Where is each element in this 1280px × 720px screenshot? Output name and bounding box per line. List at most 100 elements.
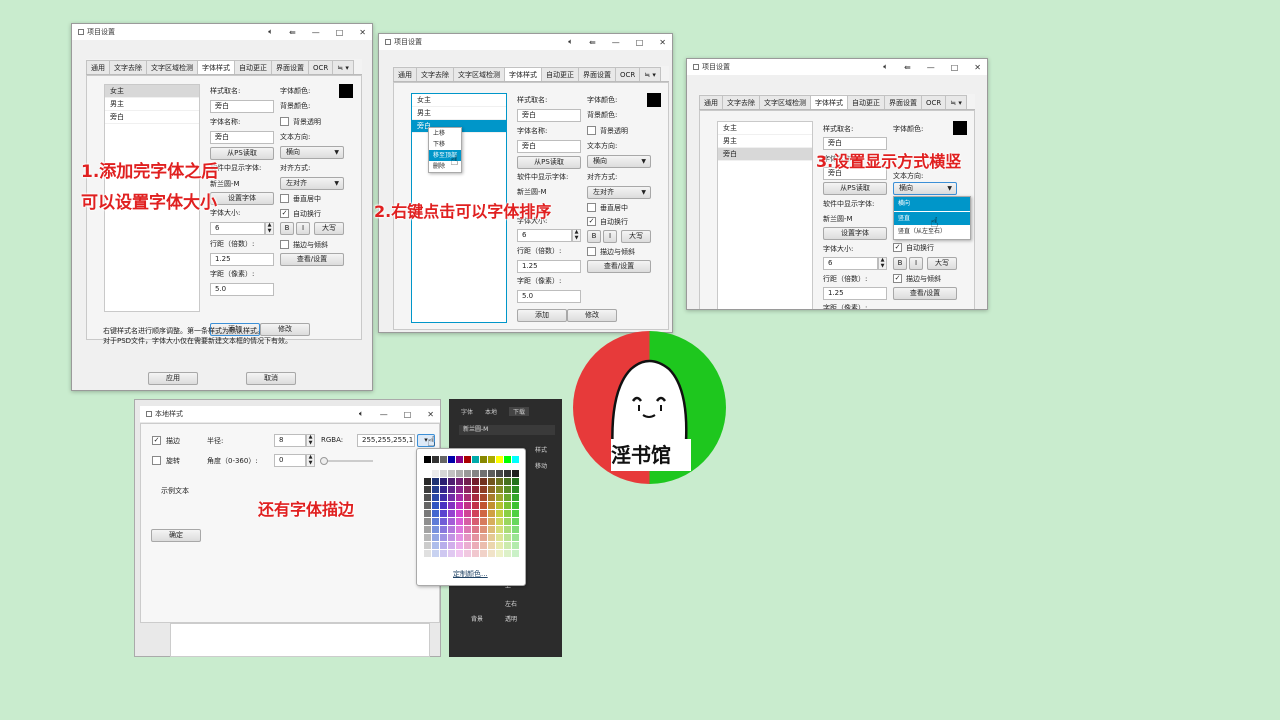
color-swatch[interactable] xyxy=(496,456,503,463)
list-item[interactable]: 男主 xyxy=(105,98,199,111)
stroke-italic-checkbox[interactable] xyxy=(587,247,596,256)
tab-font[interactable]: 字体 xyxy=(461,407,473,416)
close-button[interactable]: ✕ xyxy=(659,38,666,47)
color-swatch[interactable] xyxy=(496,550,503,557)
color-swatch[interactable] xyxy=(448,526,455,533)
color-swatch[interactable] xyxy=(464,550,471,557)
color-swatch[interactable] xyxy=(432,526,439,533)
font-name-input[interactable]: 旁白 xyxy=(210,131,274,144)
color-swatch[interactable] xyxy=(448,502,455,509)
vcenter-checkbox[interactable] xyxy=(280,194,289,203)
color-swatch[interactable] xyxy=(464,510,471,517)
color-swatch[interactable] xyxy=(504,542,511,549)
color-swatch[interactable] xyxy=(480,542,487,549)
color-swatch[interactable] xyxy=(472,518,479,525)
style-name-input[interactable]: 旁白 xyxy=(210,100,274,113)
radius-input[interactable]: 8 xyxy=(274,434,306,447)
color-swatch[interactable] xyxy=(464,486,471,493)
set-font-button[interactable]: 设置字体 xyxy=(823,227,887,240)
slider-thumb[interactable] xyxy=(320,457,328,465)
color-swatch[interactable] xyxy=(456,456,463,463)
font-size-input[interactable]: 6 xyxy=(823,257,878,270)
tab-ocr[interactable]: OCR xyxy=(308,60,334,74)
color-swatch[interactable] xyxy=(472,486,479,493)
color-swatch[interactable] xyxy=(456,534,463,541)
view-set-button[interactable]: 查看/设置 xyxy=(280,253,344,266)
color-swatch[interactable] xyxy=(448,534,455,541)
color-swatch[interactable] xyxy=(448,542,455,549)
color-swatch[interactable] xyxy=(432,502,439,509)
tab-general[interactable]: 通用 xyxy=(393,67,417,81)
color-swatch[interactable] xyxy=(456,510,463,517)
ok-button[interactable]: 确定 xyxy=(151,529,201,542)
angle-slider[interactable] xyxy=(320,457,373,465)
angle-input[interactable]: 0 xyxy=(274,454,306,467)
color-swatch[interactable] xyxy=(472,550,479,557)
color-swatch[interactable] xyxy=(496,486,503,493)
vcenter-checkbox[interactable] xyxy=(587,203,596,212)
from-ps-button[interactable]: 从PS读取 xyxy=(517,156,581,169)
tab-overflow-button[interactable]: ≒ ▾ xyxy=(639,67,661,81)
color-swatch[interactable] xyxy=(440,534,447,541)
color-swatch[interactable] xyxy=(432,478,439,485)
color-swatch[interactable] xyxy=(488,510,495,517)
color-swatch[interactable] xyxy=(440,518,447,525)
color-swatch[interactable] xyxy=(424,526,431,533)
pin-icon[interactable]: ⇚ xyxy=(589,38,596,47)
color-swatch[interactable] xyxy=(456,478,463,485)
color-swatch[interactable] xyxy=(464,494,471,501)
italic-button[interactable]: I xyxy=(909,257,923,270)
tab-font-style[interactable]: 字体样式 xyxy=(810,95,848,109)
color-swatch[interactable] xyxy=(488,550,495,557)
tab-ui-settings[interactable]: 界面设置 xyxy=(884,95,922,109)
color-swatch[interactable] xyxy=(440,526,447,533)
color-swatch[interactable] xyxy=(512,486,519,493)
color-swatch[interactable] xyxy=(496,534,503,541)
color-swatch[interactable] xyxy=(488,486,495,493)
font-size-stepper[interactable]: ▲ ▼ xyxy=(265,222,274,235)
tab-autocorrect[interactable]: 自动更正 xyxy=(541,67,579,81)
color-swatch[interactable] xyxy=(488,542,495,549)
color-swatch[interactable] xyxy=(472,456,479,463)
maximize-button[interactable]: □ xyxy=(636,38,644,47)
color-swatch[interactable] xyxy=(432,534,439,541)
view-set-button[interactable]: 查看/设置 xyxy=(893,287,957,300)
color-swatch[interactable] xyxy=(504,456,511,463)
color-swatch[interactable] xyxy=(464,526,471,533)
stroke-italic-checkbox[interactable]: ✓ xyxy=(893,274,902,283)
tab-text-removal[interactable]: 文字去除 xyxy=(416,67,454,81)
auto-wrap-checkbox[interactable]: ✓ xyxy=(587,217,596,226)
direction-select[interactable]: 横向 ▼ xyxy=(587,155,651,168)
color-swatch[interactable] xyxy=(432,456,439,463)
font-color-swatch[interactable] xyxy=(647,93,661,107)
tab-ocr[interactable]: OCR xyxy=(921,95,947,109)
style-name-input[interactable]: 旁白 xyxy=(517,109,581,122)
color-swatch[interactable] xyxy=(512,502,519,509)
color-swatch[interactable] xyxy=(440,494,447,501)
font-size-stepper[interactable]: ▲ ▼ xyxy=(572,229,581,242)
menu-item-move-up[interactable]: 上移 xyxy=(429,128,461,139)
color-swatch[interactable] xyxy=(456,518,463,525)
list-item[interactable]: 男主 xyxy=(412,107,506,120)
tab-text-removal[interactable]: 文字去除 xyxy=(722,95,760,109)
color-swatch[interactable] xyxy=(472,510,479,517)
italic-button[interactable]: I xyxy=(296,222,310,235)
color-swatch[interactable] xyxy=(496,478,503,485)
uppercase-button[interactable]: 大写 xyxy=(621,230,651,243)
view-set-button[interactable]: 查看/设置 xyxy=(587,260,651,273)
color-swatch[interactable] xyxy=(504,518,511,525)
color-swatch[interactable] xyxy=(456,542,463,549)
color-swatch[interactable] xyxy=(448,550,455,557)
color-grid[interactable] xyxy=(424,456,520,557)
close-button[interactable]: ✕ xyxy=(974,63,981,72)
italic-button[interactable]: I xyxy=(603,230,617,243)
color-swatch[interactable] xyxy=(448,494,455,501)
tab-font-style[interactable]: 字体样式 xyxy=(504,67,542,81)
minimize-button[interactable]: — xyxy=(927,63,935,72)
close-button[interactable]: ✕ xyxy=(427,410,434,419)
color-swatch[interactable] xyxy=(432,550,439,557)
line-spacing-input[interactable]: 1.25 xyxy=(517,260,581,273)
cancel-button[interactable]: 取消 xyxy=(246,372,296,385)
add-button[interactable]: 添加 xyxy=(517,309,567,322)
color-swatch[interactable] xyxy=(440,470,447,477)
